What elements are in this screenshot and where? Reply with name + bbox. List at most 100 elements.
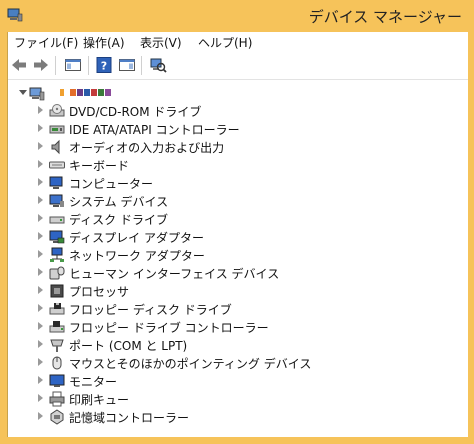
tree-item-label: フロッピー ディスク ドライブ bbox=[69, 303, 232, 317]
tree-item-label: システム デバイス bbox=[69, 195, 169, 209]
storage-controller-icon bbox=[50, 409, 64, 425]
tree-item-label: ポート (COM と LPT) bbox=[69, 339, 188, 353]
tree-item-label: フロッピー ドライブ コントローラー bbox=[69, 321, 269, 335]
device-tree: DVD/CD-ROM ドライブ IDE ATA/ATAPI コントローラー オー… bbox=[8, 80, 468, 437]
back-arrow-icon[interactable] bbox=[10, 56, 28, 74]
tree-item-monitor[interactable]: モニター bbox=[8, 372, 468, 390]
expand-arrow-icon[interactable] bbox=[38, 358, 43, 366]
menu-bar: ファイル(F) 操作(A) 表示(V) ヘルプ(H) bbox=[8, 32, 468, 52]
tree-item-label: キーボード bbox=[69, 159, 130, 173]
tree-item-label: DVD/CD-ROM ドライブ bbox=[69, 105, 202, 119]
disk-drive-icon bbox=[49, 216, 65, 224]
svg-text:?: ? bbox=[101, 60, 107, 73]
tree-item-ports[interactable]: ポート (COM と LPT) bbox=[8, 336, 468, 354]
expand-arrow-icon[interactable] bbox=[38, 286, 43, 294]
show-hide-console-tree-icon[interactable] bbox=[64, 56, 82, 74]
toolbar-separator bbox=[141, 56, 142, 75]
expand-arrow-icon[interactable] bbox=[38, 322, 43, 330]
tree-item-label: モニター bbox=[69, 375, 118, 389]
expand-arrow-icon[interactable] bbox=[38, 268, 43, 276]
menu-file[interactable]: ファイル(F) bbox=[14, 34, 78, 51]
expand-arrow-icon[interactable] bbox=[38, 196, 43, 204]
expand-arrow-icon[interactable] bbox=[38, 250, 43, 258]
client-area: ファイル(F) 操作(A) 表示(V) ヘルプ(H) ? DVD/CD-ROM … bbox=[7, 32, 468, 437]
speaker-icon bbox=[51, 139, 60, 155]
expand-arrow-icon[interactable] bbox=[38, 340, 43, 348]
collapse-arrow-icon[interactable] bbox=[19, 90, 27, 95]
expand-arrow-icon[interactable] bbox=[38, 214, 43, 222]
computer-monitor-icon bbox=[49, 176, 63, 189]
tree-item-processor[interactable]: プロセッサ bbox=[8, 282, 468, 300]
menu-action[interactable]: 操作(A) bbox=[83, 34, 125, 51]
monitor-icon bbox=[49, 374, 65, 387]
floppy-drive-icon bbox=[49, 303, 65, 315]
port-icon bbox=[50, 339, 64, 352]
tree-item-label: IDE ATA/ATAPI コントローラー bbox=[69, 123, 240, 137]
system-device-icon bbox=[49, 194, 64, 207]
tree-item-floppy-controller[interactable]: フロッピー ドライブ コントローラー bbox=[8, 318, 468, 336]
tree-item-print-queue[interactable]: 印刷キュー bbox=[8, 390, 468, 408]
menu-view[interactable]: 表示(V) bbox=[140, 34, 182, 51]
tree-item-dvd[interactable]: DVD/CD-ROM ドライブ bbox=[8, 102, 468, 120]
window-title: デバイス マネージャー bbox=[308, 8, 462, 26]
redacted-name-mark bbox=[70, 89, 76, 96]
expand-arrow-icon[interactable] bbox=[38, 304, 43, 312]
tree-item-label: ヒューマン インターフェイス デバイス bbox=[69, 267, 280, 281]
menu-help[interactable]: ヘルプ(H) bbox=[198, 34, 252, 51]
expand-arrow-icon[interactable] bbox=[38, 160, 43, 168]
tree-item-label: 記憶域コントローラー bbox=[69, 411, 190, 425]
dvd-drive-icon bbox=[49, 104, 65, 117]
title-bar[interactable]: デバイス マネージャー bbox=[0, 0, 474, 32]
expand-arrow-icon[interactable] bbox=[38, 394, 43, 402]
computer-icon bbox=[29, 87, 45, 101]
tree-item-audio[interactable]: オーディオの入力および出力 bbox=[8, 138, 468, 156]
expand-arrow-icon[interactable] bbox=[38, 142, 43, 150]
printer-icon bbox=[49, 391, 65, 407]
tree-item-system[interactable]: システム デバイス bbox=[8, 192, 468, 210]
processor-icon bbox=[50, 284, 64, 298]
tree-item-label: ディスク ドライブ bbox=[69, 213, 168, 227]
toolbar-separator bbox=[88, 56, 89, 75]
forward-arrow-icon[interactable] bbox=[32, 56, 50, 74]
expand-arrow-icon[interactable] bbox=[38, 178, 43, 186]
tree-item-floppy-drive[interactable]: フロッピー ディスク ドライブ bbox=[8, 300, 468, 318]
tree-item-label: 印刷キュー bbox=[69, 393, 130, 407]
expand-arrow-icon[interactable] bbox=[38, 376, 43, 384]
floppy-controller-icon bbox=[49, 321, 65, 333]
network-adapter-icon bbox=[50, 247, 64, 262]
keyboard-icon bbox=[49, 161, 65, 169]
toolbar: ? bbox=[8, 52, 468, 80]
tree-item-label: コンピューター bbox=[69, 177, 154, 191]
tree-item-keyboard[interactable]: キーボード bbox=[8, 156, 468, 174]
redacted-name-mark bbox=[105, 89, 111, 96]
mouse-icon bbox=[52, 356, 62, 370]
expand-arrow-icon[interactable] bbox=[38, 106, 43, 114]
redacted-name-mark bbox=[60, 89, 64, 96]
tree-item-label: ディスプレイ アダプター bbox=[69, 231, 204, 245]
device-manager-app-icon bbox=[7, 8, 23, 22]
tree-item-label: オーディオの入力および出力 bbox=[69, 141, 225, 155]
expand-arrow-icon[interactable] bbox=[38, 232, 43, 240]
help-icon[interactable]: ? bbox=[95, 56, 113, 74]
redacted-name-mark bbox=[77, 89, 83, 96]
tree-item-hid[interactable]: ヒューマン インターフェイス デバイス bbox=[8, 264, 468, 282]
redacted-name-mark bbox=[98, 89, 104, 96]
tree-item-mouse[interactable]: マウスとそのほかのポインティング デバイス bbox=[8, 354, 468, 372]
tree-item-storage[interactable]: 記憶域コントローラー bbox=[8, 408, 468, 426]
toolbar-separator bbox=[55, 56, 56, 75]
expand-arrow-icon[interactable] bbox=[38, 412, 43, 420]
device-manager-window: デバイス マネージャー ファイル(F) 操作(A) 表示(V) ヘルプ(H) ?… bbox=[0, 0, 474, 444]
show-action-pane-icon[interactable] bbox=[118, 56, 136, 74]
tree-item-computer[interactable]: コンピューター bbox=[8, 174, 468, 192]
tree-item-label: マウスとそのほかのポインティング デバイス bbox=[69, 357, 312, 371]
tree-item-disk[interactable]: ディスク ドライブ bbox=[8, 210, 468, 228]
scan-hardware-changes-icon[interactable] bbox=[149, 56, 167, 74]
tree-item-ide[interactable]: IDE ATA/ATAPI コントローラー bbox=[8, 120, 468, 138]
expand-arrow-icon[interactable] bbox=[38, 124, 43, 132]
tree-root[interactable] bbox=[8, 84, 468, 102]
hid-icon bbox=[49, 266, 65, 280]
tree-item-display[interactable]: ディスプレイ アダプター bbox=[8, 228, 468, 246]
redacted-name-mark bbox=[91, 89, 97, 96]
tree-item-network[interactable]: ネットワーク アダプター bbox=[8, 246, 468, 264]
tree-item-label: プロセッサ bbox=[69, 285, 130, 299]
